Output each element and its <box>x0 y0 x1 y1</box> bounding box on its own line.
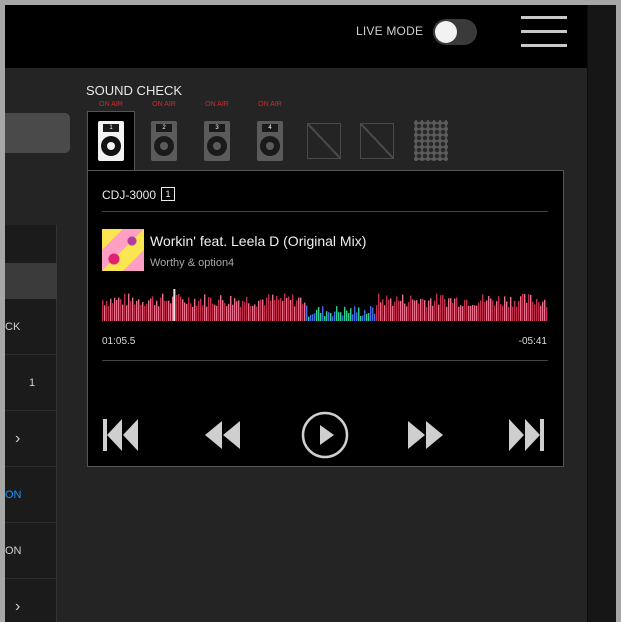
deck-1-button[interactable]: 1 <box>95 121 127 161</box>
live-mode-label: LIVE MODE <box>356 24 424 38</box>
hamburger-menu-icon[interactable] <box>519 16 569 52</box>
deck-2-button[interactable]: 2 <box>148 121 180 161</box>
time-elapsed: 01:05.5 <box>102 336 136 347</box>
time-remaining: -05:41 <box>518 336 547 347</box>
list-header <box>5 263 57 299</box>
top-bar: LIVE MODE <box>5 5 587 68</box>
search-box[interactable] <box>5 113 70 153</box>
list-item[interactable]: 1 <box>5 355 57 411</box>
list-item[interactable]: CK <box>5 299 57 355</box>
empty-deck-slot-icon[interactable] <box>307 123 341 159</box>
player-model: CDJ-3000 <box>102 188 157 202</box>
album-art <box>102 229 144 271</box>
list-item-label: ON <box>5 545 22 557</box>
deck-number: 4 <box>262 124 278 132</box>
platter-icon <box>154 136 174 156</box>
left-list-panel: CK 1 › ON ON › <box>5 225 57 622</box>
divider <box>102 360 548 361</box>
deck-3-button[interactable]: 3 <box>201 121 233 161</box>
sound-check-title: SOUND CHECK <box>86 83 183 98</box>
list-item-label: ON <box>5 489 22 501</box>
deck-number: 2 <box>156 124 172 132</box>
track-title: Workin' feat. Leela D (Original Mix) <box>150 233 367 249</box>
deck-number-badge: 1 <box>161 187 175 201</box>
skip-previous-icon[interactable] <box>100 409 142 461</box>
list-item-label: 1 <box>29 377 36 389</box>
track-artist: Worthy & option4 <box>150 257 235 269</box>
waveform[interactable] <box>102 289 548 321</box>
app-window: LIVE MODE CK 1 › ON ON › SOUND CHECK ON … <box>5 5 616 622</box>
deck-number: 3 <box>209 124 225 132</box>
list-item-label: CK <box>5 321 21 333</box>
on-air-label: ON AIR <box>205 101 229 108</box>
list-item[interactable]: ON <box>5 523 57 579</box>
on-air-label: ON AIR <box>258 101 282 108</box>
divider <box>102 211 548 212</box>
empty-deck-slot-icon[interactable] <box>360 123 394 159</box>
list-item[interactable]: › <box>5 411 57 467</box>
platter-icon <box>207 136 227 156</box>
play-button[interactable] <box>299 409 351 461</box>
toggle-knob <box>435 21 457 43</box>
live-mode-toggle[interactable] <box>433 19 477 45</box>
playhead <box>173 289 176 321</box>
chevron-right-icon: › <box>15 598 21 615</box>
skip-next-icon[interactable] <box>505 409 547 461</box>
list-item[interactable]: ON <box>5 467 57 523</box>
mixer-icon[interactable] <box>414 120 448 161</box>
rewind-icon[interactable] <box>202 409 244 461</box>
chevron-right-icon: › <box>15 430 21 447</box>
on-air-label: ON AIR <box>152 101 176 108</box>
deck-4-button[interactable]: 4 <box>254 121 286 161</box>
fast-forward-icon[interactable] <box>404 409 446 461</box>
player-card: CDJ-3000 1 Workin' feat. Leela D (Origin… <box>87 170 564 467</box>
platter-icon <box>101 136 121 156</box>
list-item[interactable]: › <box>5 579 57 622</box>
right-panel <box>587 5 616 622</box>
platter-icon <box>260 136 280 156</box>
on-air-label: ON AIR <box>99 101 123 108</box>
deck-number: 1 <box>103 124 119 132</box>
